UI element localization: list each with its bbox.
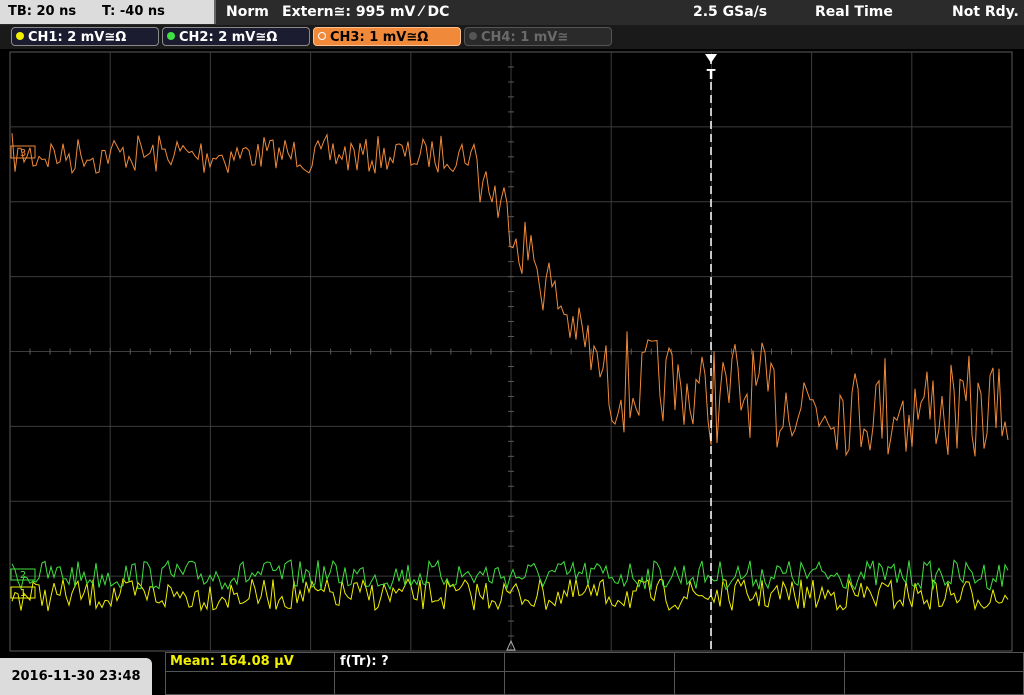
ch4-label: CH4: 1 mV≅: [481, 30, 569, 45]
waveform-display[interactable]: T 3 2 1: [0, 50, 1024, 652]
trigger-source[interactable]: Extern≅: 995 mV ⁄ DC: [282, 0, 449, 24]
ch1-button[interactable]: CH1: 2 mV≅Ω: [11, 27, 159, 46]
sample-rate: 2.5 GSa/s: [693, 4, 768, 20]
timebase-label: TB: 20 ns: [8, 4, 77, 19]
acquisition-mode: Real Time: [815, 4, 893, 20]
rise-frequency-measurement[interactable]: f(Tr): ?: [340, 652, 389, 672]
ch3-label: CH3: 1 mV≅Ω: [330, 30, 429, 45]
timebase-box[interactable]: TB: 20 ns T: -40 ns: [0, 0, 216, 24]
ch3-indicator-icon: [318, 32, 326, 40]
mean-measurement[interactable]: Mean: 164.08 µV: [170, 652, 294, 672]
ch4-indicator-icon: [469, 32, 477, 40]
ch2-button[interactable]: CH2: 2 mV≅Ω: [162, 27, 310, 46]
channel-bar: CH1: 2 mV≅Ω CH2: 2 mV≅Ω CH3: 1 mV≅Ω CH4:…: [0, 25, 1024, 49]
trigger-mode[interactable]: Norm: [226, 0, 269, 24]
ch1-reference-label: 1: [20, 588, 26, 599]
ch4-button[interactable]: CH4: 1 mV≅: [464, 27, 612, 46]
top-status-bar: TB: 20 ns T: -40 ns Norm Extern≅: 995 mV…: [0, 0, 1024, 25]
date-time: 2016-11-30 23:48: [0, 658, 152, 695]
ch2-label: CH2: 2 mV≅Ω: [179, 30, 278, 45]
ch1-indicator-icon: [16, 32, 24, 40]
ch2-indicator-icon: [167, 32, 175, 40]
ch3-reference-label: 3: [20, 148, 26, 159]
trigger-marker-label: T: [707, 68, 716, 83]
ch2-reference-label: 2: [20, 570, 26, 581]
ch1-label: CH1: 2 mV≅Ω: [28, 30, 127, 45]
trigger-time-label: T: -40 ns: [102, 4, 165, 19]
ch3-button[interactable]: CH3: 1 mV≅Ω: [313, 27, 461, 46]
status-label: Not Rdy.: [952, 4, 1019, 20]
measurement-table: Mean: 164.08 µV f(Tr): ?: [165, 652, 1024, 695]
